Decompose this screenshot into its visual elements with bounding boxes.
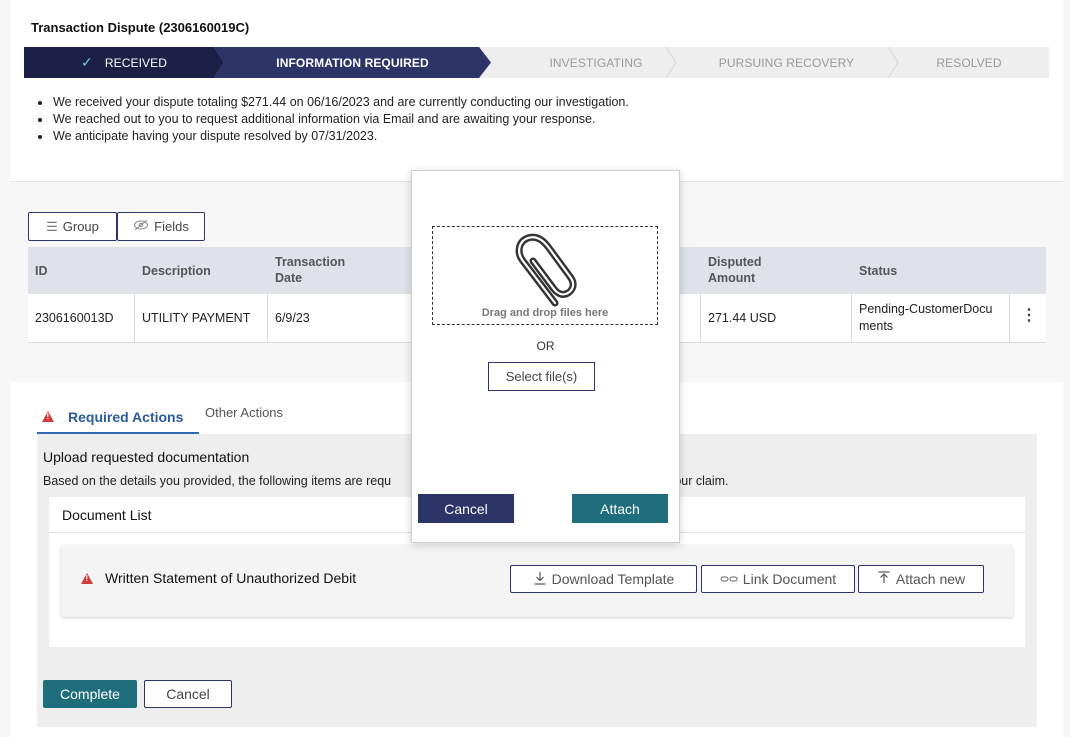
dispute-summary-card: Transaction Dispute (2306160019C) ✓ RECE… [11, 0, 1063, 182]
status-bullet: We anticipate having your dispute resolv… [38, 128, 629, 145]
download-template-label: Download Template [551, 571, 675, 587]
warning-icon [81, 572, 93, 584]
attach-file-modal: Drag and drop files here OR Select file(… [411, 170, 680, 543]
cell-transaction-date: 6/9/23 [275, 311, 310, 325]
download-template-button[interactable]: Download Template [510, 565, 697, 593]
step-label: INFORMATION REQUIRED [276, 55, 429, 70]
cell-description: UTILITY PAYMENT [142, 311, 251, 325]
warning-icon [42, 411, 54, 422]
upload-icon [877, 570, 891, 588]
page-title: Transaction Dispute (2306160019C) [31, 20, 250, 35]
header-id: ID [35, 264, 48, 278]
tab-other-actions[interactable]: Other Actions [205, 405, 283, 420]
step-resolved: RESOLVED [894, 47, 1044, 78]
list-icon: ☰ [46, 218, 58, 234]
download-icon [533, 571, 547, 588]
fields-button[interactable]: Fields [117, 212, 205, 241]
file-dropzone[interactable]: Drag and drop files here [432, 226, 658, 325]
cell-id: 2306160013D [35, 311, 114, 325]
step-label: RESOLVED [936, 55, 1002, 70]
modal-attach-button[interactable]: Attach [572, 494, 668, 523]
attach-new-label: Attach new [895, 571, 966, 587]
header-disputed-amount: Disputed Amount [708, 255, 762, 285]
step-information-required: INFORMATION REQUIRED [214, 47, 491, 78]
step-label: RECEIVED [104, 55, 167, 70]
group-button[interactable]: ☰ Group [28, 212, 117, 241]
attach-new-button[interactable]: Attach new [858, 565, 984, 593]
paperclip-icon [515, 233, 577, 307]
link-document-button[interactable]: Link Document [701, 565, 855, 593]
eye-slash-icon [133, 219, 149, 234]
modal-cancel-button[interactable]: Cancel [418, 494, 514, 523]
document-name: Written Statement of Unauthorized Debit [105, 570, 357, 586]
group-button-label: Group [62, 219, 99, 234]
header-transaction-date: Transaction Date [275, 255, 346, 285]
step-label: PURSUING RECOVERY [718, 55, 855, 70]
cell-status: Pending-CustomerDocuments [859, 302, 993, 333]
checkmark-icon: ✓ [81, 54, 93, 70]
step-pursuing-recovery: PURSUING RECOVERY [674, 47, 899, 78]
step-received: ✓ RECEIVED [24, 47, 224, 78]
select-files-button[interactable]: Select file(s) [488, 362, 595, 391]
dropzone-label: Drag and drop files here [481, 307, 609, 319]
document-item-label: Written Statement of Unauthorized Debit [81, 570, 356, 586]
progress-stepper: ✓ RECEIVED INFORMATION REQUIRED INVESTIG… [24, 47, 1049, 78]
link-document-label: Link Document [742, 571, 837, 587]
dispute-status-list: We received your dispute totaling $271.4… [38, 94, 629, 145]
status-bullet: We reached out to you to request additio… [38, 111, 629, 128]
status-bullet: We received your dispute totaling $271.4… [38, 95, 629, 109]
fields-button-label: Fields [154, 219, 189, 234]
upload-title: Upload requested documentation [43, 449, 250, 465]
or-separator: OR [536, 339, 555, 353]
tab-required-actions[interactable]: Required Actions [37, 401, 199, 434]
tab-label: Required Actions [68, 408, 184, 425]
cancel-button[interactable]: Cancel [144, 680, 232, 708]
link-icon [720, 572, 738, 587]
upload-description-start: Based on the details you provided, the f… [43, 474, 392, 488]
cell-disputed-amount: 271.44 USD [708, 311, 777, 325]
document-item: Written Statement of Unauthorized Debit … [61, 545, 1013, 617]
complete-button[interactable]: Complete [43, 680, 137, 708]
header-status: Status [859, 264, 898, 278]
row-menu-icon[interactable]: ⋮ [1021, 307, 1037, 324]
step-label: INVESTIGATING [549, 55, 643, 70]
header-description: Description [142, 264, 211, 278]
